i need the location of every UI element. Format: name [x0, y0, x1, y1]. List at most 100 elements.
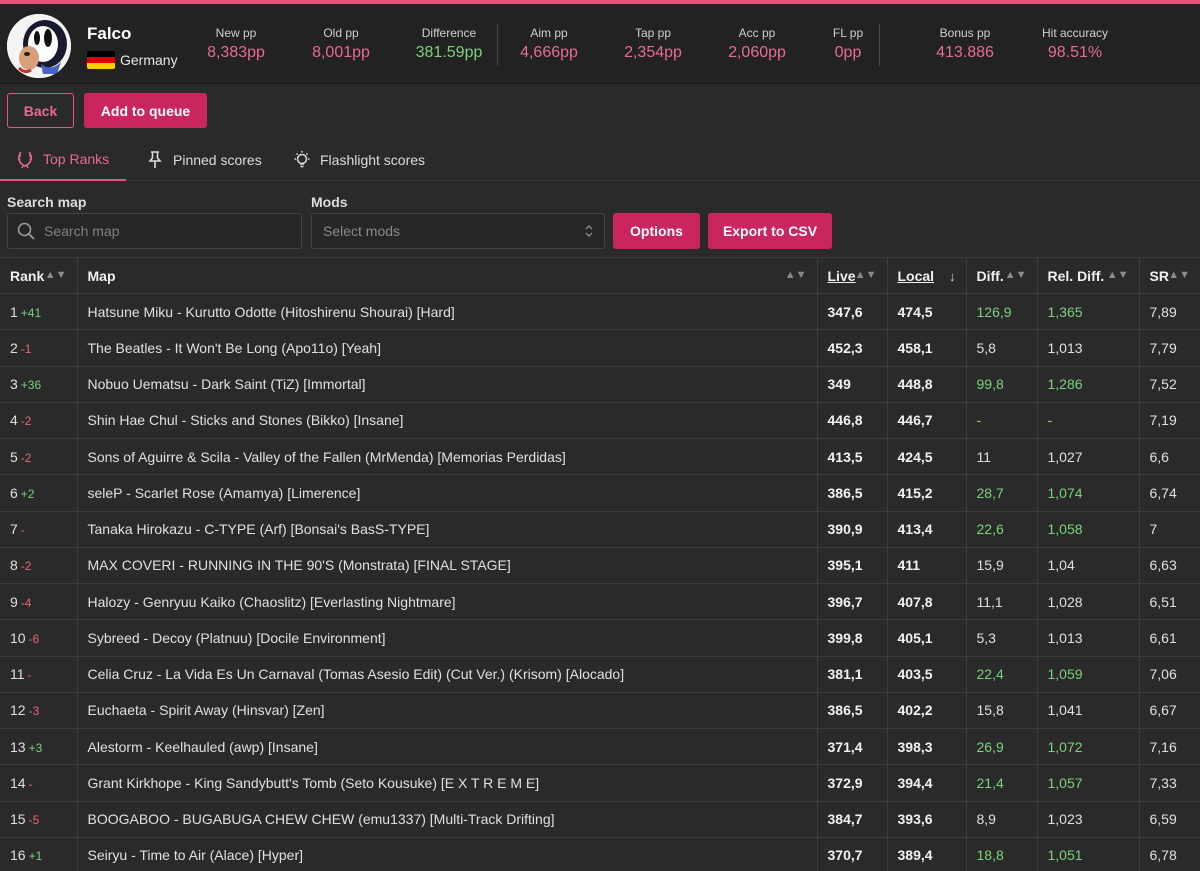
table-row[interactable]: 7- Tanaka Hirokazu - C-TYPE (Arf) [Bonsai…: [0, 511, 1200, 548]
tab-pinned-scores[interactable]: Pinned scores: [145, 138, 262, 181]
table-row[interactable]: 9 -4 Halozy - Genryuu Kaiko (Chaoslitz) [E…: [0, 583, 1200, 621]
table-row[interactable]: 11- Celia Cruz - La Vida Es Un Carnaval (…: [0, 656, 1200, 693]
live-pp-cell: 413,5: [817, 438, 888, 476]
map-cell[interactable]: Halozy - Genryuu Kaiko (Chaoslitz) [Ever…: [77, 583, 818, 621]
search-input[interactable]: [44, 223, 284, 239]
options-button[interactable]: Options: [613, 213, 700, 249]
header-divider: [497, 24, 498, 66]
sort-icon: ▲▼: [1004, 269, 1027, 281]
rel-diff-cell: 1,04: [1037, 547, 1140, 585]
diff-cell: 22,4: [966, 656, 1038, 693]
star-rating-cell: 6,74: [1139, 474, 1200, 512]
local-pp-cell: 402,2: [887, 692, 967, 730]
export-csv-button[interactable]: Export to CSV: [708, 213, 832, 249]
tab-label: Pinned scores: [173, 151, 262, 168]
rel-diff-cell: -: [1037, 402, 1140, 440]
pin-icon: [148, 150, 162, 168]
rank-cell: 13 +3: [0, 728, 78, 766]
tab-top-ranks[interactable]: Top Ranks: [0, 138, 126, 181]
rank-cell: 16 +1: [0, 837, 78, 871]
column-header-rel-diff[interactable]: Rel. Diff. ▲▼: [1037, 257, 1140, 294]
local-pp-cell: 389,4: [887, 837, 967, 871]
rel-diff-cell: 1,365: [1037, 293, 1140, 331]
map-cell[interactable]: Nobuo Uematsu - Dark Saint (TiZ) [Immort…: [77, 366, 818, 403]
stat-bonus-pp: Bonus pp 413.886: [936, 26, 994, 61]
table-header-row: Rank ▲▼ Map ▲▼ Live ▲▼ Local ↓ Diff. ▲▼ Rel. …: [0, 257, 1200, 294]
rank-change: +36: [20, 378, 42, 393]
tab-label: Top Ranks: [43, 150, 110, 167]
table-row[interactable]: 12 -3 Euchaeta - Spirit Away (Hinsvar) [Ze…: [0, 692, 1200, 730]
rel-diff-cell: 1,027: [1037, 438, 1140, 476]
column-header-map[interactable]: Map ▲▼: [77, 257, 818, 294]
table-row[interactable]: 2 -1 The Beatles - It Won't Be Long (Apo11…: [0, 329, 1200, 367]
column-header-diff[interactable]: Diff. ▲▼: [966, 257, 1038, 294]
map-cell[interactable]: The Beatles - It Won't Be Long (Apo11o) …: [77, 329, 818, 367]
star-rating-cell: 6,6: [1139, 438, 1200, 476]
map-cell[interactable]: Sybreed - Decoy (Platnuu) [Docile Enviro…: [77, 619, 818, 657]
live-pp-cell: 372,9: [817, 764, 888, 802]
map-cell[interactable]: Shin Hae Chul - Sticks and Stones (Bikko…: [77, 402, 818, 440]
table-row[interactable]: 16 +1 Seiryu - Time to Air (Alace) [Hyper]…: [0, 837, 1200, 871]
rel-diff-cell: 1,286: [1037, 366, 1140, 403]
map-cell[interactable]: seleP - Scarlet Rose (Amamya) [Limerence…: [77, 474, 818, 512]
map-cell[interactable]: Sons of Aguirre & Scila - Valley of the …: [77, 438, 818, 476]
column-header-live[interactable]: Live ▲▼: [817, 257, 888, 294]
rel-diff-cell: 1,058: [1037, 511, 1140, 548]
table-row[interactable]: 4 -2 Shin Hae Chul - Sticks and Stones (Bi…: [0, 402, 1200, 440]
table-row[interactable]: 3 +36 Nobuo Uematsu - Dark Saint (TiZ) [Im…: [0, 366, 1200, 403]
map-cell[interactable]: Grant Kirkhope - King Sandybutt's Tomb (…: [77, 764, 818, 802]
mods-placeholder: Select mods: [323, 223, 401, 239]
local-pp-cell: 448,8: [887, 366, 967, 403]
table-row[interactable]: 13 +3 Alestorm - Keelhauled (awp) [Insane]…: [0, 728, 1200, 766]
rank-cell: 10 -6: [0, 619, 78, 657]
map-cell[interactable]: BOOGABOO - BUGABUGA CHEW CHEW (emu1337) …: [77, 801, 818, 838]
table-row[interactable]: 15 -5 BOOGABOO - BUGABUGA CHEW CHEW (emu13…: [0, 801, 1200, 838]
rel-diff-cell: 1,028: [1037, 583, 1140, 621]
live-pp-cell: 381,1: [817, 656, 888, 693]
map-cell[interactable]: Euchaeta - Spirit Away (Hinsvar) [Zen]: [77, 692, 818, 730]
diff-cell: 22,6: [966, 511, 1038, 548]
map-cell[interactable]: Seiryu - Time to Air (Alace) [Hyper]: [77, 837, 818, 871]
rank-change: -4: [20, 595, 32, 610]
sort-icon: ▲▼: [854, 269, 877, 281]
local-pp-cell: 446,7: [887, 402, 967, 440]
back-button[interactable]: Back: [7, 93, 74, 128]
map-cell[interactable]: Celia Cruz - La Vida Es Un Carnaval (Tom…: [77, 656, 818, 693]
stat-tap-pp: Tap pp 2,354pp: [624, 26, 682, 61]
live-pp-cell: 347,6: [817, 293, 888, 331]
rel-diff-cell: 1,074: [1037, 474, 1140, 512]
rank-cell: 11-: [0, 656, 78, 693]
search-map-field[interactable]: [7, 213, 302, 249]
search-icon: [17, 222, 35, 240]
tab-flashlight-scores[interactable]: Flashlight scores: [292, 138, 425, 181]
column-header-sr[interactable]: SR ▲▼: [1139, 257, 1200, 294]
table-row[interactable]: 5 -2 Sons of Aguirre & Scila - Valley of t…: [0, 438, 1200, 476]
column-header-rank[interactable]: Rank ▲▼: [0, 257, 78, 294]
add-to-queue-button[interactable]: Add to queue: [84, 93, 207, 128]
rank-change: -: [28, 776, 33, 791]
diff-cell: 15,9: [966, 547, 1038, 585]
table-row[interactable]: 6 +2 seleP - Scarlet Rose (Amamya) [Limere…: [0, 474, 1200, 512]
local-pp-cell: 424,5: [887, 438, 967, 476]
table-row[interactable]: 14- Grant Kirkhope - King Sandybutt's Tom…: [0, 764, 1200, 802]
rel-diff-cell: 1,059: [1037, 656, 1140, 693]
table-row[interactable]: 10 -6 Sybreed - Decoy (Platnuu) [Docile En…: [0, 619, 1200, 657]
live-pp-cell: 390,9: [817, 511, 888, 548]
table-row[interactable]: 8 -2 MAX COVERI - RUNNING IN THE 90'S (Mon…: [0, 547, 1200, 585]
diff-cell: 126,9: [966, 293, 1038, 331]
map-cell[interactable]: Alestorm - Keelhauled (awp) [Insane]: [77, 728, 818, 766]
diff-cell: 26,9: [966, 728, 1038, 766]
map-cell[interactable]: MAX COVERI - RUNNING IN THE 90'S (Monstr…: [77, 547, 818, 585]
map-cell[interactable]: Hatsune Miku - Kurutto Odotte (Hitoshire…: [77, 293, 818, 331]
stat-aim-pp: Aim pp 4,666pp: [520, 26, 578, 61]
live-pp-cell: 371,4: [817, 728, 888, 766]
scores-table: Rank ▲▼ Map ▲▼ Live ▲▼ Local ↓ Diff. ▲▼ Rel. …: [0, 257, 1200, 871]
live-pp-cell: 386,5: [817, 474, 888, 512]
column-header-local[interactable]: Local ↓: [887, 257, 967, 294]
mods-select[interactable]: Select mods: [311, 213, 605, 249]
sort-icon: ▲▼: [44, 269, 67, 281]
local-pp-cell: 415,2: [887, 474, 967, 512]
lightbulb-icon: [294, 150, 310, 167]
table-row[interactable]: 1 +41 Hatsune Miku - Kurutto Odotte (Hitos…: [0, 293, 1200, 331]
map-cell[interactable]: Tanaka Hirokazu - C-TYPE (Arf) [Bonsai's…: [77, 511, 818, 548]
